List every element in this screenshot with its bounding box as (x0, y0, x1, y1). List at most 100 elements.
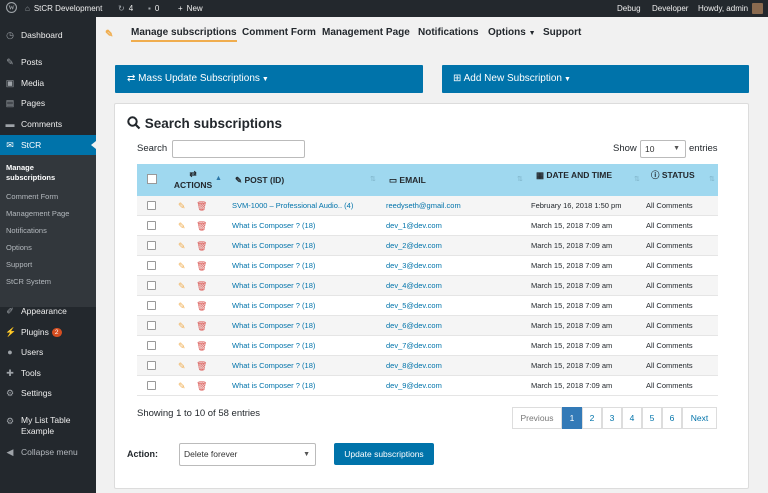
debug-link[interactable]: Debug (617, 0, 641, 17)
mass-update-button[interactable]: ⇄ Mass Update Subscriptions ▼ (115, 65, 423, 93)
pagination-page-4[interactable]: 4 (622, 407, 642, 429)
header-date[interactable]: ▦ DATE AND TIME (536, 159, 612, 191)
howdy-link[interactable]: Howdy, admin (698, 0, 748, 17)
pagination-page-1[interactable]: 1 (562, 407, 582, 429)
post-link[interactable]: What is Composer ? (18) (232, 216, 315, 236)
update-subscriptions-button[interactable]: Update subscriptions (334, 443, 434, 465)
post-link[interactable]: What is Composer ? (18) (232, 316, 315, 336)
avatar[interactable] (752, 3, 763, 14)
row-checkbox[interactable] (147, 201, 156, 210)
tab-comment-form[interactable]: Comment Form (242, 26, 316, 42)
edit-icon[interactable]: ✎ (178, 316, 186, 336)
sidebar-item-posts[interactable]: ✎ Posts (0, 52, 96, 72)
pagination-page-6[interactable]: 6 (662, 407, 682, 429)
submenu-manage-subscriptions[interactable]: Manage subscriptions (6, 163, 66, 183)
tab-notifications[interactable]: Notifications (418, 26, 479, 42)
sidebar-item-media[interactable]: ▣ Media (0, 73, 96, 93)
row-checkbox[interactable] (147, 361, 156, 370)
tab-support[interactable]: Support (543, 26, 581, 42)
post-link[interactable]: What is Composer ? (18) (232, 256, 315, 276)
sidebar-item-my-list-table[interactable]: ⚙ My List Table Example (0, 411, 96, 441)
sidebar-item-settings[interactable]: ⚙ Settings (0, 383, 96, 403)
row-checkbox[interactable] (147, 301, 156, 310)
trash-icon[interactable]: 🗑 (196, 296, 207, 316)
edit-icon[interactable]: ✎ (178, 296, 186, 316)
email-link[interactable]: dev_2@dev.com (386, 236, 442, 256)
sidebar-item-comments[interactable]: ▬ Comments (0, 114, 96, 134)
email-link[interactable]: reedyseth@gmail.com (386, 196, 461, 216)
trash-icon[interactable]: 🗑 (196, 336, 207, 356)
post-link[interactable]: What is Composer ? (18) (232, 236, 315, 256)
pagination-page-2[interactable]: 2 (582, 407, 602, 429)
edit-icon[interactable]: ✎ (178, 236, 186, 256)
email-link[interactable]: dev_1@dev.com (386, 216, 442, 236)
header-post[interactable]: ✎ POST (ID) (235, 164, 284, 196)
post-link[interactable]: What is Composer ? (18) (232, 336, 315, 356)
row-checkbox[interactable] (147, 321, 156, 330)
pagination-page-3[interactable]: 3 (602, 407, 622, 429)
bulk-action-select[interactable]: Delete forever ▼ (179, 443, 316, 466)
collapse-menu-button[interactable]: ◀ Collapse menu (0, 442, 96, 462)
header-status[interactable]: ⓘ STATUS (651, 159, 695, 191)
trash-icon[interactable]: 🗑 (196, 376, 207, 396)
post-link[interactable]: What is Composer ? (18) (232, 296, 315, 316)
edit-icon[interactable]: ✎ (178, 356, 186, 376)
post-link[interactable]: SVM-1000 – Professional Audio.. (4) (232, 196, 353, 216)
edit-icon[interactable]: ✎ (178, 376, 186, 396)
row-checkbox[interactable] (147, 241, 156, 250)
pagination-next[interactable]: Next (682, 407, 717, 429)
search-input[interactable] (172, 140, 305, 158)
tab-manage-subscriptions[interactable]: Manage subscriptions (131, 26, 237, 42)
comments-link[interactable]: ▪ 0 (148, 0, 159, 17)
submenu-comment-form[interactable]: Comment Form (6, 192, 58, 202)
post-link[interactable]: What is Composer ? (18) (232, 356, 315, 376)
sidebar-item-tools[interactable]: ✚ Tools (0, 363, 96, 383)
submenu-options[interactable]: Options (6, 243, 32, 253)
trash-icon[interactable]: 🗑 (196, 196, 207, 216)
sidebar-item-stcr[interactable]: ✉ StCR (0, 135, 96, 155)
post-link[interactable]: What is Composer ? (18) (232, 276, 315, 296)
sidebar-item-pages[interactable]: ▤ Pages (0, 93, 96, 113)
email-link[interactable]: dev_6@dev.com (386, 316, 442, 336)
submenu-notifications[interactable]: Notifications (6, 226, 47, 236)
add-new-subscription-button[interactable]: ⊞ Add New Subscription ▼ (442, 65, 749, 93)
site-name-link[interactable]: ⌂ StCR Development (25, 0, 102, 17)
trash-icon[interactable]: 🗑 (196, 216, 207, 236)
email-link[interactable]: dev_8@dev.com (386, 356, 442, 376)
tab-management-page[interactable]: Management Page (322, 26, 410, 42)
sidebar-item-dashboard[interactable]: ◷ Dashboard (0, 25, 96, 45)
sidebar-item-users[interactable]: ● Users (0, 342, 96, 362)
pagination-previous[interactable]: Previous (512, 407, 562, 429)
edit-icon[interactable]: ✎ (178, 216, 186, 236)
submenu-stcr-system[interactable]: StCR System (6, 277, 51, 287)
sidebar-item-appearance[interactable]: ✐ Appearance (0, 301, 96, 321)
updates-link[interactable]: ↻ 4 (118, 0, 133, 17)
edit-icon[interactable]: ✎ (178, 196, 186, 216)
wordpress-logo-icon[interactable]: W (6, 0, 17, 17)
email-link[interactable]: dev_5@dev.com (386, 296, 442, 316)
email-link[interactable]: dev_4@dev.com (386, 276, 442, 296)
trash-icon[interactable]: 🗑 (196, 236, 207, 256)
edit-icon[interactable]: ✎ (178, 276, 186, 296)
row-checkbox[interactable] (147, 341, 156, 350)
edit-icon[interactable]: ✎ (178, 336, 186, 356)
developer-link[interactable]: Developer (652, 0, 688, 17)
trash-icon[interactable]: 🗑 (196, 356, 207, 376)
page-length-select[interactable]: 10 ▼ (640, 140, 686, 158)
trash-icon[interactable]: 🗑 (196, 276, 207, 296)
tab-options[interactable]: Options ▼ (488, 26, 536, 42)
row-checkbox[interactable] (147, 281, 156, 290)
edit-icon[interactable]: ✎ (178, 256, 186, 276)
email-link[interactable]: dev_3@dev.com (386, 256, 442, 276)
sidebar-item-plugins[interactable]: ⚡ Plugins 2 (0, 322, 96, 342)
post-link[interactable]: What is Composer ? (18) (232, 376, 315, 396)
submenu-management-page[interactable]: Management Page (6, 209, 69, 219)
email-link[interactable]: dev_9@dev.com (386, 376, 442, 396)
trash-icon[interactable]: 🗑 (196, 316, 207, 336)
header-email[interactable]: ▭ EMAIL (389, 164, 426, 196)
select-all-checkbox[interactable] (147, 174, 157, 184)
email-link[interactable]: dev_7@dev.com (386, 336, 442, 356)
row-checkbox[interactable] (147, 221, 156, 230)
submenu-support[interactable]: Support (6, 260, 32, 270)
pagination-page-5[interactable]: 5 (642, 407, 662, 429)
